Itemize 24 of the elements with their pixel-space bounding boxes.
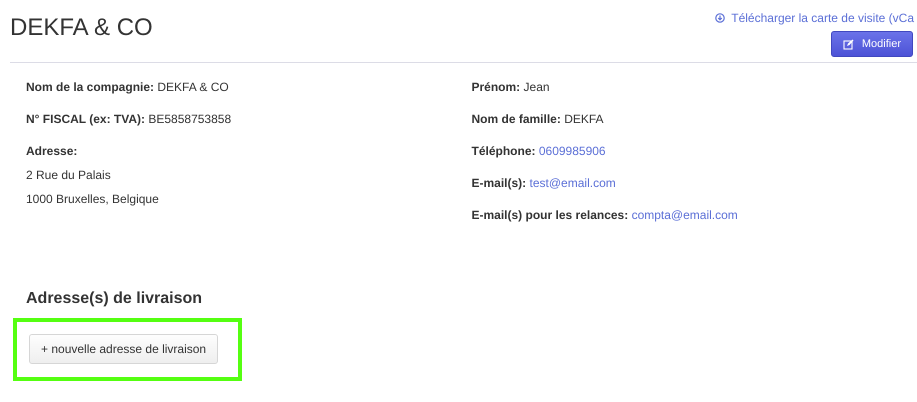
field-value: DEKFA [564,112,604,126]
field-label: Nom de famille: [472,112,561,126]
address-line: 2 Rue du Palais [26,168,112,182]
field-label: E-mail(s) pour les relances: [472,208,628,222]
field-label: Prénom: [472,80,520,94]
field-label: Adresse: [26,144,78,158]
new-address-button[interactable]: + nouvelle adresse de livraison [29,334,218,364]
field-link[interactable]: 0609985906 [538,144,606,158]
section-heading: Adresse(s) de livraison [26,290,204,308]
edit-button[interactable]: Modifier [830,31,913,57]
company-title: DEKFA & CO [10,14,153,43]
field-label: Téléphone: [472,144,536,158]
field-value: Jean [524,80,550,94]
download-link[interactable]: Télécharger la carte de visite (vCa [715,11,914,25]
edit-icon [842,38,854,50]
field-link[interactable]: compta@email.com [632,208,738,222]
address-line: 1000 Bruxelles, Belgique [26,192,160,206]
field-link[interactable]: test@email.com [530,176,616,190]
field-label: Nom de la compagnie: [26,80,154,94]
field-value: BE5858753858 [148,112,232,126]
field-label: N° FISCAL (ex: TVA): [26,112,146,126]
field-value: DEKFA & CO [157,80,229,94]
download-icon [715,13,726,23]
field-label: E-mail(s): [472,176,526,190]
